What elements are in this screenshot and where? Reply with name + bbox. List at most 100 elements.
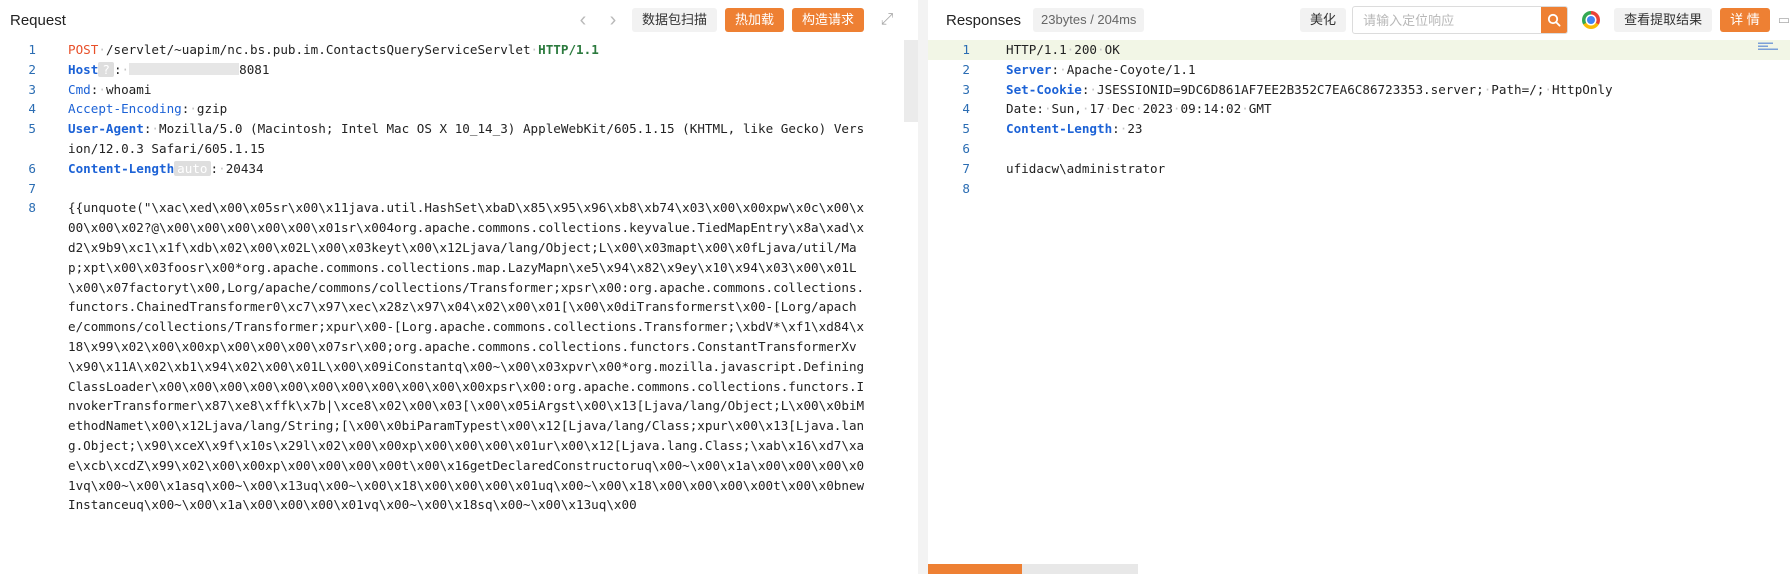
code-token: {{unquote("\xac\xed\x00\x05sr\x00\x11jav… — [68, 200, 865, 513]
request-pane: Request ‹ › 数据包扫描 热加载 构造请求 ⤢ 1 POST·/serv… — [0, 0, 919, 574]
hot-load-button[interactable]: 热加载 — [724, 8, 784, 32]
request-scrollbar[interactable] — [904, 40, 918, 122]
code-token: whoami — [105, 81, 152, 97]
response-line: 3 Set-Cookie:·JSESSIONID=9DC6D861AF7EE2B3… — [928, 80, 1790, 100]
request-line: 3 Cmd:·whoami — [0, 80, 918, 100]
request-line: 5 User-Agent:·Mozilla/5.0 (Macintosh; Int… — [0, 119, 918, 159]
line-number: 1 — [28, 42, 36, 57]
details-button[interactable]: 详 情 — [1720, 8, 1770, 32]
pane-divider[interactable] — [918, 0, 928, 574]
code-token: 20434 — [225, 160, 264, 176]
packet-scan-button[interactable]: 数据包扫描 — [631, 8, 717, 32]
code-text: Cmd:·whoami — [68, 80, 868, 100]
code-token: Path=/; — [1491, 81, 1545, 97]
response-line: 7 ufidacw\administrator — [928, 159, 1790, 179]
code-token: · — [1059, 61, 1067, 77]
response-editor[interactable]: 1 HTTP/1.1·200·OK 2 Server:·Apache-Coyote/1… — [928, 40, 1790, 574]
code-token: 09:14:02 — [1180, 101, 1242, 117]
response-bottom-tabs — [928, 564, 1138, 574]
code-token: · — [530, 42, 539, 57]
code-token: HTTP/1.1 — [538, 42, 599, 57]
response-search-box — [1352, 6, 1569, 34]
comment-icon[interactable]: ▭ — [1778, 12, 1790, 28]
code-text: Content-Length:·23 — [1006, 119, 1726, 139]
line-number: 1 — [962, 42, 970, 57]
request-line: 7 — [0, 179, 918, 199]
redacted-host — [129, 62, 240, 75]
code-token: /servlet/~uapim/nc.bs.pub.im.ContactsQue… — [105, 42, 531, 57]
code-text: User-Agent:·Mozilla/5.0 (Macintosh; Inte… — [68, 119, 868, 159]
response-line: 8 — [928, 179, 1790, 199]
response-title: Responses — [946, 11, 1022, 29]
code-text: HTTP/1.1·200·OK — [1006, 40, 1726, 60]
request-line: 2 Host?:· 8081 — [0, 60, 918, 80]
code-token: Content-Length — [68, 160, 175, 176]
code-token: Mozilla/5.0 (Macintosh; Intel Mac OS X 1… — [68, 121, 865, 156]
response-line: 2 Server:·Apache-Coyote/1.1 — [928, 60, 1790, 80]
chrome-browser-icon[interactable] — [1582, 11, 1601, 29]
code-token: · — [1097, 42, 1105, 57]
code-token: JSESSIONID=9DC6D861AF7EE2B352C7EA6C86723… — [1097, 81, 1484, 97]
code-token: · — [121, 61, 130, 77]
response-minimap[interactable]: ▬▬▬ ▬▬ ▬▬▬▬ — [1758, 42, 1786, 54]
code-token: Server — [1006, 61, 1052, 77]
code-token: HttpOnly — [1551, 81, 1613, 97]
code-token: · — [1241, 101, 1249, 117]
code-token: · — [1544, 81, 1552, 97]
view-extract-results-button[interactable]: 查看提取结果 — [1614, 8, 1713, 32]
code-token: ufidacw\administrator — [1006, 160, 1166, 176]
line-number: 6 — [962, 140, 970, 156]
code-text: Server:·Apache-Coyote/1.1 — [1006, 60, 1726, 80]
inline-hint-chip: ? — [98, 61, 114, 77]
code-token: : — [1112, 121, 1120, 137]
response-search-input[interactable] — [1353, 8, 1542, 32]
code-token: Cmd — [68, 81, 91, 97]
search-icon[interactable] — [1541, 7, 1568, 33]
fullscreen-icon[interactable]: ⤢ — [872, 11, 902, 29]
code-token: · — [1043, 101, 1052, 117]
request-editor[interactable]: 1 POST·/servlet/~uapim/nc.bs.pub.im.Conta… — [0, 40, 918, 574]
code-token: · — [218, 160, 226, 176]
line-number: 7 — [28, 180, 36, 196]
request-title: Request — [10, 11, 66, 29]
inline-hint-chip: auto — [174, 160, 211, 176]
line-number: 3 — [28, 81, 36, 97]
beautify-button[interactable]: 美化 — [1300, 8, 1347, 32]
code-text: Content-Length auto:·20434 — [68, 159, 868, 179]
code-token: 2023 — [1142, 101, 1173, 117]
construct-request-button[interactable]: 构造请求 — [791, 8, 864, 32]
bottom-tab-active[interactable] — [928, 564, 1022, 574]
code-token: · — [1134, 101, 1143, 117]
request-line: 4 Accept-Encoding:·gzip — [0, 99, 918, 119]
code-text: {{unquote("\xac\xed\x00\x05sr\x00\x11jav… — [68, 198, 868, 515]
line-number: 3 — [962, 81, 970, 97]
code-token: GMT — [1248, 101, 1272, 117]
code-token: : — [1036, 101, 1044, 117]
response-toolbar: Responses 23bytes / 204ms 美化 查看提取结果 详 情 … — [928, 0, 1790, 40]
code-token: gzip — [196, 101, 228, 117]
code-token: Host — [68, 61, 99, 77]
code-token: HTTP/1.1 — [1006, 42, 1067, 57]
line-number: 8 — [28, 200, 36, 216]
line-number: 5 — [28, 121, 36, 137]
code-token: 17 — [1089, 101, 1105, 117]
bottom-tab-inactive[interactable] — [1022, 564, 1138, 574]
code-text: Date:·Sun,·17·Dec·2023·09:14:02·GMT — [1006, 99, 1726, 119]
code-token: OK — [1104, 42, 1120, 57]
line-number: 8 — [962, 180, 970, 196]
code-token: Sun, — [1051, 101, 1082, 117]
line-number: 7 — [962, 160, 970, 176]
request-line: 1 POST·/servlet/~uapim/nc.bs.pub.im.Conta… — [0, 40, 918, 60]
previous-arrow-icon[interactable]: ‹ — [568, 8, 598, 32]
code-text: Host?:· 8081 — [68, 60, 868, 80]
code-token: Accept-Encoding — [68, 101, 182, 117]
code-token: Dec — [1112, 101, 1135, 117]
line-number: 5 — [962, 121, 970, 137]
next-arrow-icon[interactable]: › — [598, 8, 628, 32]
response-pane: Responses 23bytes / 204ms 美化 查看提取结果 详 情 … — [928, 0, 1790, 574]
code-token: · — [1172, 101, 1181, 117]
code-token: 23 — [1127, 121, 1143, 137]
